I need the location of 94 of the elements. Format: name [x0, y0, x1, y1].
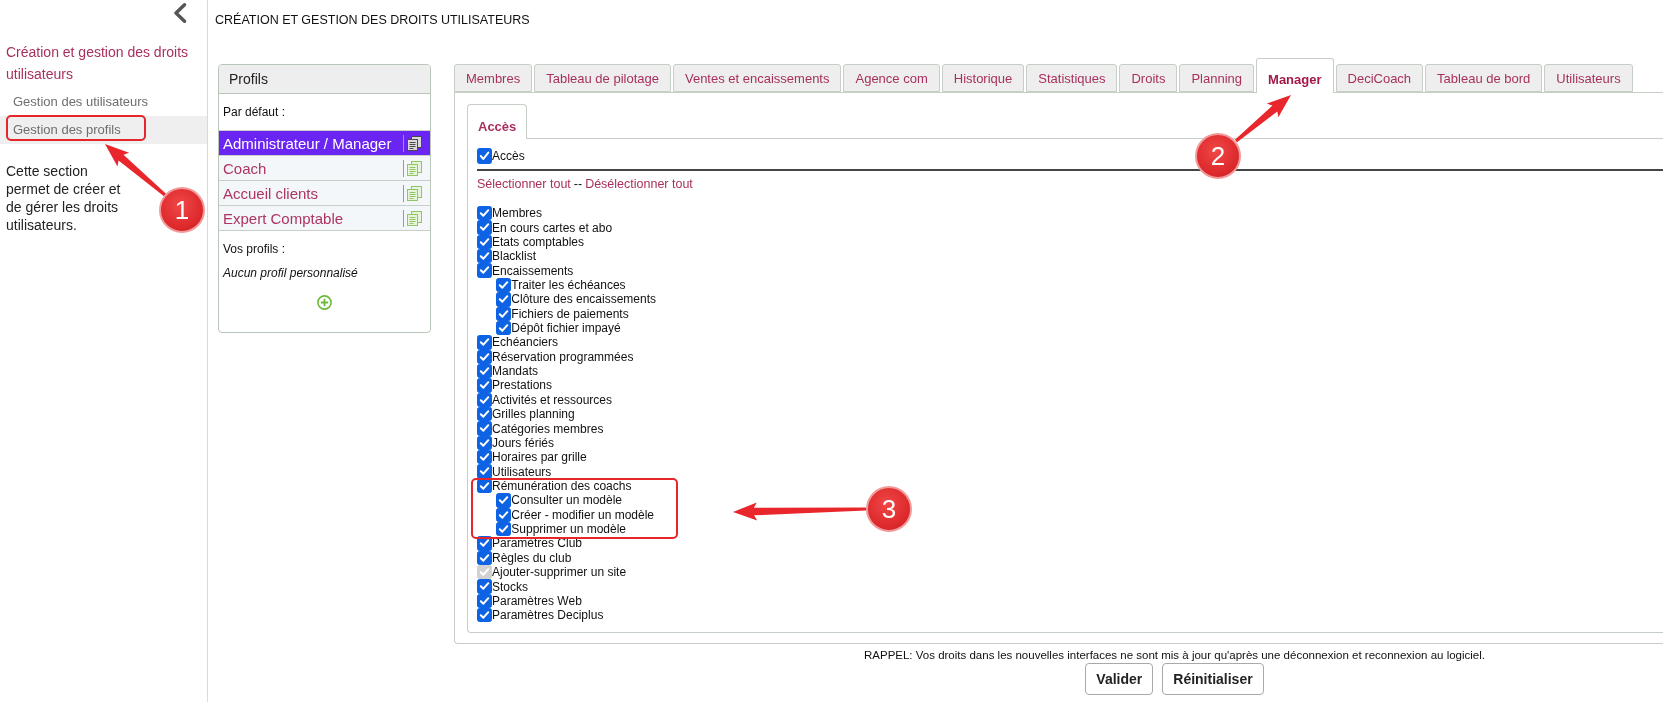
tab[interactable]: Historique — [941, 64, 1025, 92]
checkbox[interactable] — [477, 407, 492, 422]
permission-label: Activités et ressources — [492, 392, 613, 407]
checkbox[interactable] — [477, 249, 492, 264]
tab[interactable]: Accès — [467, 104, 528, 139]
checkbox[interactable] — [477, 220, 492, 235]
permission-label: Jours fériés — [492, 435, 555, 450]
permission-label: Utilisateurs — [492, 464, 552, 479]
profile-item[interactable]: Coach — [219, 156, 430, 181]
permission-label: Réservation programmées — [492, 349, 634, 364]
empty-message: Aucun profil personnalisé — [221, 264, 359, 281]
permission-label: Prestations — [492, 378, 553, 393]
checkbox[interactable] — [477, 263, 492, 278]
checkbox[interactable] — [477, 464, 492, 479]
tab[interactable]: Membres — [454, 64, 533, 92]
checkbox[interactable] — [477, 349, 492, 364]
submit-button[interactable]: Valider — [1085, 663, 1154, 696]
checkbox[interactable] — [477, 450, 492, 465]
permission-label: Créer - modifier un modèle — [511, 507, 655, 522]
permission-label: Clôture des encaissements — [511, 292, 657, 307]
permission-label: Supprimer un modèle — [511, 522, 627, 537]
permission-label: Blacklist — [492, 249, 536, 264]
permission-label: Echéanciers — [492, 335, 559, 350]
checkbox[interactable] — [496, 320, 512, 336]
profile-item[interactable]: Administrateur / Manager — [219, 131, 430, 156]
checkbox[interactable] — [496, 277, 512, 293]
section-description: Cette section permet de créer et de gérer les droits utilisateurs. — [6, 161, 122, 234]
checkbox[interactable] — [477, 593, 492, 609]
tab[interactable]: Planning — [1179, 64, 1255, 92]
checkbox[interactable] — [496, 493, 512, 508]
documents-icon[interactable] — [407, 135, 422, 151]
permission-label: Stocks — [492, 579, 528, 594]
checkbox[interactable] — [477, 363, 492, 379]
page-title: CRÉATION ET GESTION DES DROITS UTILISATEURS — [215, 12, 531, 28]
checkbox[interactable] — [477, 378, 492, 393]
checkbox[interactable] — [477, 579, 492, 594]
permission-label: Rémunération des coachs — [492, 479, 632, 493]
tab[interactable]: Ventes et encaissements — [672, 64, 842, 92]
checkbox[interactable] — [477, 148, 492, 164]
checkbox[interactable] — [496, 521, 512, 537]
profile-item[interactable]: Expert Comptable — [219, 206, 430, 231]
permission-label: Catégories membres — [492, 421, 604, 436]
permission-label: Encaissements — [492, 263, 574, 278]
tab[interactable]: Manager — [1256, 58, 1334, 93]
permission-label: Ajouter-supprimer un site — [492, 565, 627, 580]
callout-number: 1 — [159, 187, 205, 233]
section-label: Par défaut : — [222, 104, 287, 121]
sidebar-item[interactable]: Gestion des utilisateurs — [0, 87, 207, 116]
callout-arrow — [105, 144, 167, 197]
checkbox[interactable] — [477, 608, 492, 623]
tab[interactable]: Agence com — [843, 64, 940, 92]
permission-label: Consulter un modèle — [511, 493, 623, 508]
permission-label: Horaires par grille — [492, 450, 587, 465]
checkbox[interactable] — [496, 306, 512, 321]
checkbox[interactable] — [477, 550, 492, 565]
tab[interactable]: Tableau de bord — [1425, 64, 1543, 92]
permission-label: Paramètres Web — [492, 593, 582, 608]
callout-number: 3 — [866, 486, 912, 532]
sidebar-heading: Création et gestion des droits utilisateurs — [6, 42, 190, 84]
checkbox[interactable] — [477, 335, 492, 350]
tab[interactable]: Droits — [1119, 64, 1178, 92]
permission-label: Traiter les échéances — [511, 277, 626, 292]
permission-label: Dépôt fichier impayé — [511, 321, 621, 336]
link-separator: -- — [573, 177, 583, 191]
deselect-all-link[interactable]: Désélectionner tout — [585, 177, 693, 191]
tab[interactable]: Utilisateurs — [1544, 64, 1633, 92]
permission-label: Mandats — [492, 364, 539, 379]
reset-button[interactable]: Réinitialiser — [1162, 663, 1264, 696]
section-label: Vos profils : — [222, 240, 287, 257]
tab[interactable]: Statistiques — [1026, 64, 1118, 92]
permission-label: Etats comptables — [492, 234, 585, 249]
permission-label: Fichiers de paiements — [511, 306, 629, 321]
checkbox[interactable] — [477, 206, 492, 221]
checkbox[interactable] — [477, 392, 492, 408]
checkbox[interactable] — [477, 421, 492, 436]
permission-label: Règles du club — [492, 550, 572, 565]
permission-label: En cours cartes et abo — [492, 220, 613, 235]
permission-label: Membres — [492, 206, 542, 221]
callout-number: 2 — [1195, 133, 1241, 179]
tab[interactable]: Tableau de pilotage — [534, 64, 671, 92]
permission-label: Paramètres Deciplus — [492, 608, 604, 623]
chevron-left-icon[interactable] — [173, 3, 187, 23]
select-all-link[interactable]: Sélectionner tout — [477, 177, 571, 191]
checkbox[interactable] — [496, 507, 512, 522]
panel-header: Profils — [219, 65, 430, 94]
tab[interactable]: DeciCoach — [1335, 64, 1424, 92]
checkbox[interactable] — [477, 435, 492, 451]
checkbox-label: Accès — [492, 149, 525, 163]
permission-label: Grilles planning — [492, 407, 575, 422]
callout-arrow — [1234, 95, 1291, 143]
checkbox[interactable] — [496, 292, 512, 307]
checkbox[interactable] — [477, 234, 492, 250]
profile-item[interactable]: Accueil clients — [219, 181, 430, 206]
reminder-text: RAPPEL: Vos droits dans les nouvelles interfaces ne sont mis à jour qu'après une déconnexion et reconnexion au logiciel. — [864, 648, 1485, 663]
